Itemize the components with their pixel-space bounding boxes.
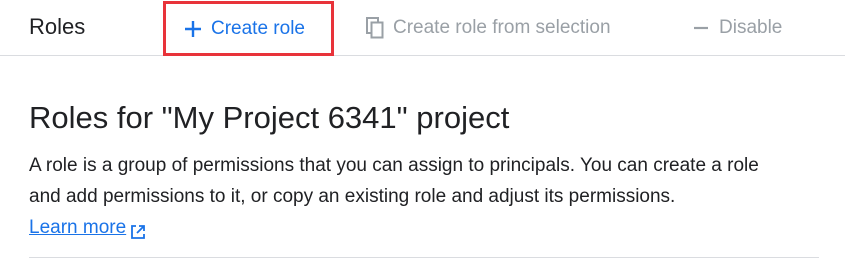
create-role-from-selection-label: Create role from selection: [393, 17, 611, 38]
divider: [29, 257, 819, 258]
description-block: A role is a group of permissions that yo…: [29, 150, 789, 243]
learn-more-link[interactable]: Learn more: [29, 212, 147, 243]
disable-label: Disable: [719, 17, 783, 38]
description-text: A role is a group of permissions that yo…: [29, 155, 759, 207]
create-role-from-selection-button[interactable]: Create role from selection: [365, 6, 611, 50]
page-title: Roles: [29, 14, 86, 39]
main-content: Roles for "My Project 6341" project A ro…: [29, 96, 819, 243]
create-role-button[interactable]: Create role: [163, 1, 334, 56]
minus-icon: [692, 17, 710, 39]
plus-icon: [182, 18, 204, 40]
create-role-label: Create role: [211, 17, 305, 39]
section-heading: Roles for "My Project 6341" project: [29, 100, 510, 135]
copy-icon: [365, 17, 385, 39]
learn-more-label: Learn more: [29, 217, 127, 238]
disable-button[interactable]: Disable: [692, 6, 782, 50]
external-link-icon: [130, 219, 147, 239]
toolbar: Roles Create role Create role from selec…: [0, 0, 845, 56]
